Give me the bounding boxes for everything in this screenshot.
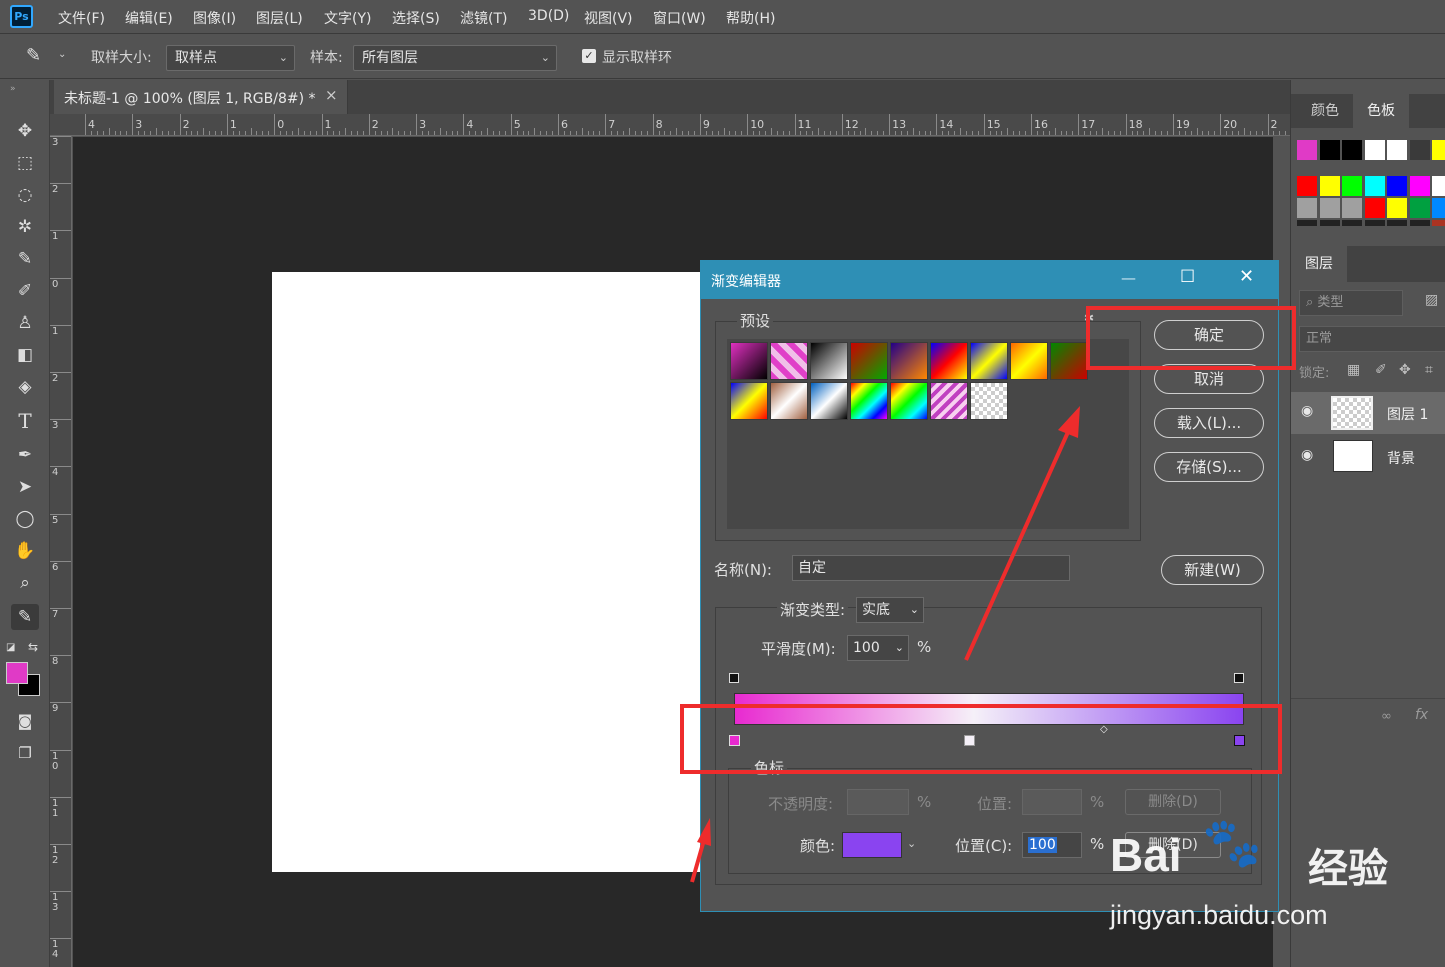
watermark-brand-cn: 经验 [1308, 846, 1388, 892]
watermark-brand: Bai [1110, 829, 1182, 881]
annotation-arrowhead [697, 818, 711, 846]
annotation-arrow-line [690, 839, 706, 883]
annotation-arrow-line [964, 431, 1070, 661]
watermark-url: jingyan.baidu.com [1110, 900, 1328, 930]
watermark: Bai 🐾 经验 jingyan.baidu.com [1110, 810, 1445, 940]
annotation-arrowhead [1058, 406, 1080, 438]
paw-icon: 🐾 [1202, 815, 1262, 871]
